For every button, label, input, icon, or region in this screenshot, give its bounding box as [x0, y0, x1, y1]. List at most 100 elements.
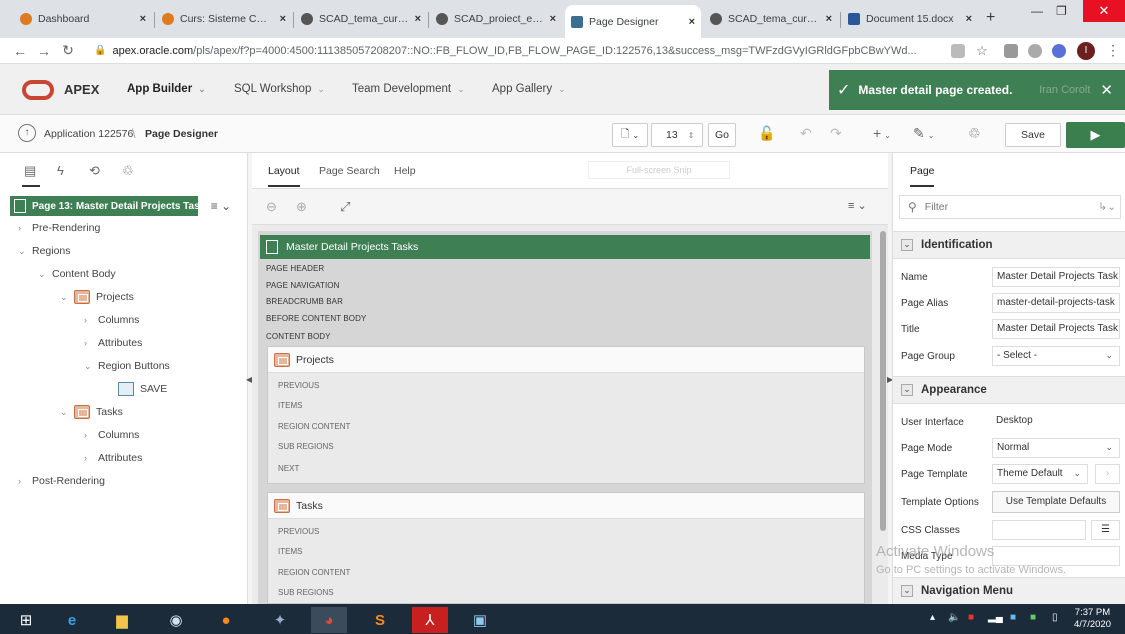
page-mode-select[interactable]: Normal ⌄ [992, 438, 1120, 458]
extension-icon[interactable] [1028, 43, 1042, 58]
page-number-input[interactable]: 13 ⇕ [651, 123, 703, 147]
bookmark-star-icon[interactable]: ☆ [970, 43, 994, 59]
browser-tab-curs[interactable]: Curs: Sisteme CAD/ × [156, 7, 292, 31]
template-options-button[interactable]: Use Template Defaults [992, 491, 1120, 513]
shared-components-icon[interactable]: ♲ [968, 125, 981, 142]
chrome-icon[interactable]: ◕ [311, 607, 347, 633]
tree-item-tasks[interactable]: ⌄ Tasks [60, 403, 123, 421]
restore-icon[interactable]: ❐ [1056, 4, 1067, 18]
list-picker-icon[interactable]: ☰ [1091, 520, 1120, 540]
app-icon[interactable]: ▣ [462, 607, 498, 633]
chevron-right-icon[interactable]: › [84, 338, 98, 348]
browser-tab-tema7[interactable]: SCAD_tema_curs7_ × [295, 7, 427, 31]
zoom-in-icon[interactable]: ⊕ [296, 199, 307, 215]
region-tasks[interactable]: Tasks PREVIOUS ITEMS REGION CONTENT SUB … [267, 492, 865, 604]
tree-menu-button[interactable]: ≡ ⌄ [202, 196, 240, 216]
collapse-toggle-icon[interactable]: ⌄ [901, 384, 913, 396]
chevron-right-icon[interactable]: › [84, 453, 98, 463]
slot-region-content[interactable]: REGION CONTENT [278, 568, 350, 577]
new-tab-button[interactable]: + [986, 9, 995, 27]
window-close-button[interactable]: ✕ [1083, 0, 1125, 22]
tray-up-icon[interactable]: ▴ [930, 612, 935, 623]
reload-icon[interactable]: ↻ [56, 42, 80, 59]
menu-sql-workshop[interactable]: SQL Workshop ⌄ [234, 83, 325, 95]
media-type-input[interactable] [992, 546, 1120, 566]
tree-item-pre-rendering[interactable]: › Pre-Rendering [18, 219, 100, 237]
region-header[interactable]: Tasks [268, 493, 864, 519]
acrobat-icon[interactable]: ⅄ [412, 607, 448, 633]
slot-page-navigation[interactable]: PAGE NAVIGATION [266, 281, 340, 290]
slot-region-content[interactable]: REGION CONTENT [278, 422, 350, 431]
tree-item-attributes[interactable]: › Attributes [84, 449, 142, 467]
chevron-right-icon[interactable]: › [18, 476, 32, 486]
slot-items[interactable]: ITEMS [278, 547, 302, 556]
slot-breadcrumb-bar[interactable]: BREADCRUMB BAR [266, 297, 343, 306]
close-icon[interactable]: × [140, 13, 146, 25]
file-explorer-icon[interactable]: ▆ [104, 607, 140, 633]
tree-item-projects[interactable]: ⌄ Projects [60, 288, 134, 306]
chevron-down-icon[interactable]: ⌄ [60, 292, 74, 303]
browser-tab-dashboard[interactable]: Dashboard × [14, 7, 152, 31]
more-menu-icon[interactable]: ⋮ [1101, 42, 1125, 59]
tree-item-region-buttons[interactable]: ⌄ Region Buttons [84, 357, 170, 375]
oracle-logo-icon[interactable] [22, 80, 54, 100]
slot-sub-regions[interactable]: SUB REGIONS [278, 588, 334, 597]
chevron-down-icon[interactable]: ⌄ [38, 269, 52, 280]
chevron-right-icon[interactable]: › [18, 223, 32, 233]
arrow-up-icon[interactable]: ↑ [18, 124, 36, 142]
breadcrumb-application[interactable]: Application 122576 [44, 128, 133, 140]
tray-app-icon[interactable]: ■ [1010, 612, 1016, 623]
page-group-select[interactable]: - Select - ⌄ [992, 346, 1120, 366]
forward-icon[interactable]: → [32, 43, 56, 59]
chevron-right-icon[interactable]: › [84, 430, 98, 440]
browser-tab-page-designer[interactable]: Page Designer × [565, 5, 701, 38]
tree-item-attributes[interactable]: › Attributes [84, 334, 142, 352]
sublime-icon[interactable]: S [362, 607, 398, 633]
shared-components-tab-icon[interactable]: ♲ [122, 163, 134, 179]
slot-sub-regions[interactable]: SUB REGIONS [278, 442, 334, 451]
section-appearance[interactable]: ⌄ Appearance [893, 376, 1125, 404]
browser-tab-tema6[interactable]: SCAD_tema_curs6_ × [704, 7, 838, 31]
name-field[interactable]: Master Detail Projects Task [992, 267, 1120, 287]
property-filter-input[interactable]: ⚲ Filter ↳⌄ [899, 195, 1121, 219]
section-identification[interactable]: ⌄ Identification [893, 231, 1125, 259]
go-button[interactable]: Go [708, 123, 736, 147]
page-selector[interactable]: Page 13: Master Detail Projects Tasks [10, 196, 198, 216]
lock-icon[interactable]: 🔓 [758, 125, 775, 142]
dynamic-actions-tab-icon[interactable]: ϟ [57, 163, 64, 178]
region-header[interactable]: Projects [268, 347, 864, 373]
slot-before-content-body[interactable]: BEFORE CONTENT BODY [266, 314, 366, 323]
chevron-down-icon[interactable]: ⌄ [60, 407, 74, 418]
minimize-icon[interactable]: — [1031, 4, 1043, 18]
title-field[interactable]: Master Detail Projects Task [992, 319, 1120, 339]
system-clock[interactable]: 7:37 PM 4/7/2020 [1074, 607, 1111, 631]
tree-item-columns[interactable]: › Columns [84, 311, 139, 329]
close-icon[interactable]: × [280, 13, 286, 25]
rendering-tab-icon[interactable]: ▤ [24, 163, 36, 179]
processing-tab-icon[interactable]: ⟲ [89, 163, 100, 179]
internet-explorer-icon[interactable]: e [54, 607, 90, 633]
menu-app-gallery[interactable]: App Gallery ⌄ [492, 83, 566, 95]
tree-item-content-body[interactable]: ⌄ Content Body [38, 265, 116, 283]
slot-next[interactable]: NEXT [278, 464, 299, 473]
save-button[interactable]: Save [1005, 123, 1061, 147]
page-alias-field[interactable]: master-detail-projects-task [992, 293, 1120, 313]
go-to-template-button[interactable]: › [1095, 464, 1120, 484]
battery-icon[interactable]: ▯ [1052, 612, 1058, 623]
close-icon[interactable]: × [966, 13, 972, 25]
go-to-group-icon[interactable]: ↳⌄ [1098, 201, 1116, 213]
add-dropdown[interactable]: + ⌄ [873, 125, 891, 141]
slot-items[interactable]: ITEMS [278, 401, 302, 410]
app-icon[interactable]: ✦ [262, 607, 298, 633]
page-template-select[interactable]: Theme Default ⌄ [992, 464, 1088, 484]
chevron-down-icon[interactable]: ⌄ [84, 361, 98, 372]
browser-tab-proiect[interactable]: SCAD_proiect_etap × [430, 7, 562, 31]
address-bar[interactable]: apex.oracle.com/pls/apex/f?p=4000:4500:1… [112, 45, 946, 57]
close-icon[interactable]: × [550, 13, 556, 25]
close-icon[interactable]: × [826, 13, 832, 25]
layout-menu-icon[interactable]: ≡ ⌄ [848, 199, 867, 212]
close-icon[interactable]: ✕ [1100, 81, 1113, 99]
tree-item-regions[interactable]: ⌄ Regions [18, 242, 71, 260]
tray-app-icon[interactable]: ■ [968, 612, 974, 623]
tab-page-search[interactable]: Page Search [319, 165, 380, 177]
